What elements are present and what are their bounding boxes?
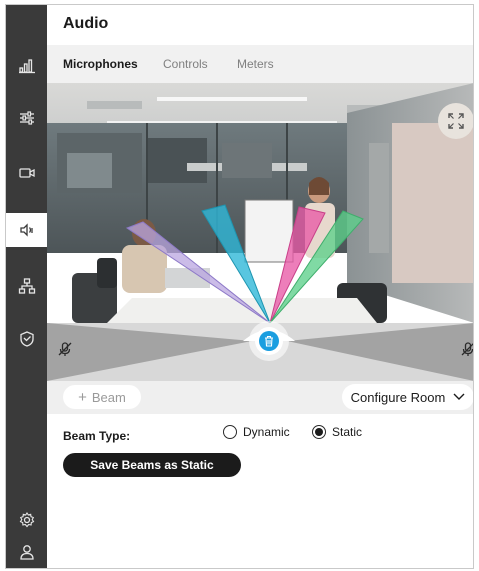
page-title: Audio — [63, 15, 109, 32]
fullscreen-button[interactable] — [438, 103, 473, 139]
app-window: Audio Microphones Controls Meters + Beam… — [5, 4, 474, 569]
beam-type-dynamic-label: Dynamic — [243, 425, 290, 439]
beam-controls: + Beam Configure Room — [47, 381, 473, 414]
main-panel: Audio Microphones Controls Meters + Beam… — [47, 5, 474, 568]
sliders-icon — [19, 111, 34, 125]
configure-room-dropdown[interactable]: Configure Room — [342, 384, 473, 410]
sidebar — [6, 5, 47, 568]
beam-type-label: Beam Type: — [63, 429, 131, 443]
add-beam-button[interactable]: + Beam — [63, 385, 141, 409]
sidebar-item-audio[interactable] — [6, 213, 47, 247]
room-scene — [47, 83, 473, 323]
delete-beam-button[interactable] — [255, 327, 283, 355]
sidebar-item-signal[interactable] — [6, 48, 47, 82]
camera-view — [47, 83, 473, 323]
tab-microphones[interactable]: Microphones — [63, 57, 138, 71]
beam-type-static-radio[interactable]: Static — [312, 425, 362, 439]
radio-selected-icon — [312, 425, 326, 439]
add-beam-label: Beam — [91, 389, 126, 405]
sidebar-item-video[interactable] — [6, 156, 47, 190]
tab-meters[interactable]: Meters — [237, 57, 274, 71]
sidebar-item-network[interactable] — [6, 269, 47, 303]
mic-muted-icon[interactable] — [57, 341, 73, 357]
save-beams-static-button[interactable]: Save Beams as Static — [63, 453, 241, 477]
sidebar-item-settings[interactable] — [6, 503, 47, 537]
mic-muted-icon[interactable] — [460, 341, 474, 357]
signal-bars-icon — [18, 59, 35, 74]
gear-icon — [19, 511, 34, 528]
network-icon — [18, 278, 35, 294]
shield-icon — [19, 331, 34, 347]
beam-type-dynamic-radio[interactable]: Dynamic — [223, 425, 290, 439]
radio-unselected-icon — [223, 425, 237, 439]
sidebar-item-account[interactable] — [6, 535, 47, 568]
speaker-icon — [19, 223, 33, 237]
chevron-down-icon — [453, 393, 465, 400]
plus-icon: + — [78, 388, 87, 406]
beam-type-static-label: Static — [332, 425, 363, 439]
tab-bar: Microphones Controls Meters — [47, 45, 473, 83]
tab-controls[interactable]: Controls — [163, 57, 208, 71]
trash-icon — [265, 335, 273, 347]
sidebar-item-security[interactable] — [6, 322, 47, 356]
user-icon — [19, 545, 34, 560]
sidebar-item-controls[interactable] — [6, 101, 47, 135]
configure-room-label: Configure Room — [350, 389, 446, 405]
expand-icon — [448, 113, 464, 129]
video-camera-icon — [18, 168, 35, 178]
